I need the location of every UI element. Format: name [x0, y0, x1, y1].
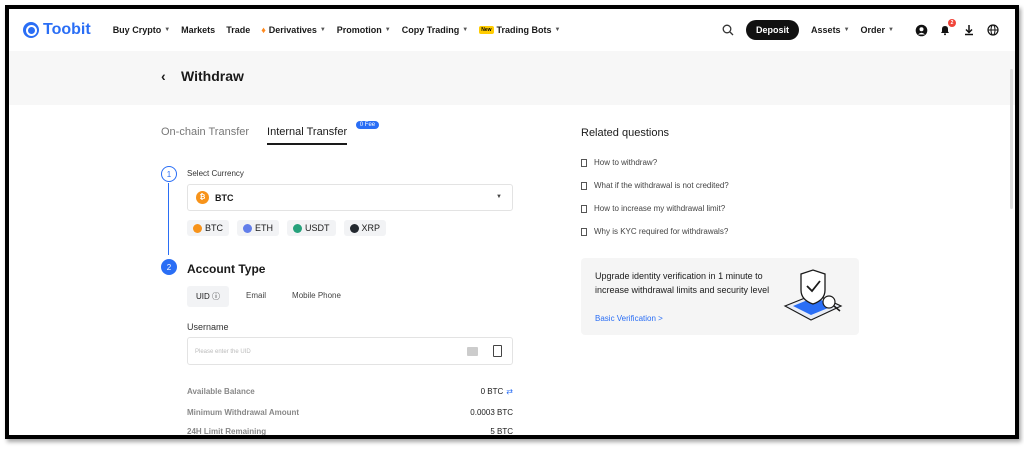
btc-icon [193, 223, 202, 233]
limit-remaining-row: 24H Limit Remaining 5 BTC [187, 427, 513, 436]
usdt-icon [293, 223, 302, 233]
fee-badge: 0 Fee [355, 121, 380, 129]
flame-icon: ♦ [261, 25, 266, 35]
quick-coin-chips: BTC ETH USDT XRP [187, 220, 394, 236]
xrp-icon [349, 223, 359, 233]
faq-link[interactable]: How to withdraw? [581, 158, 657, 167]
shield-verification-illustration [783, 269, 843, 321]
tab-mobile-phone[interactable]: Mobile Phone [283, 286, 350, 307]
limit-remaining-value: 5 BTC [490, 427, 513, 436]
nav-derivatives[interactable]: ♦ Derivatives ▼ [261, 25, 326, 35]
step-1-indicator: 1 [161, 166, 177, 182]
chevron-down-icon: ▼ [496, 194, 502, 200]
available-balance-row: Available Balance 0 BTC ⇄ [187, 387, 513, 396]
username-input[interactable]: Please enter the UID [187, 337, 513, 365]
document-icon [581, 158, 587, 167]
nav-copy-trading[interactable]: Copy Trading ▼ [402, 25, 468, 35]
nav-right: Deposit Assets ▼ Order ▼ 2 [712, 9, 1001, 51]
nav-promotion[interactable]: Promotion ▼ [337, 25, 391, 35]
info-key: Available Balance [187, 387, 255, 396]
select-currency-label: Select Currency [187, 169, 244, 178]
notification-badge: 2 [948, 19, 956, 27]
account-type-tabs: UID ⓘ Email Mobile Phone [187, 286, 358, 307]
nav-trade[interactable]: Trade [226, 25, 250, 35]
search-icon[interactable] [720, 22, 736, 38]
coin-chip-eth[interactable]: ETH [237, 220, 279, 236]
promo-text: Upgrade identity verification in 1 minut… [595, 271, 770, 295]
top-nav: Toobit Buy Crypto ▼ Markets Trade ♦ Deriva… [9, 9, 1015, 51]
account-type-title: Account Type [187, 262, 266, 276]
min-withdrawal-row: Minimum Withdrawal Amount 0.0003 BTC [187, 408, 513, 417]
related-questions-title: Related questions [581, 127, 670, 139]
coin-chip-xrp[interactable]: XRP [343, 220, 387, 236]
page-header: ‹ Withdraw [9, 51, 1015, 105]
deposit-button[interactable]: Deposit [746, 20, 800, 40]
username-placeholder: Please enter the UID [195, 349, 251, 355]
nav-assets[interactable]: Assets ▼ [811, 25, 849, 35]
nav-buy-crypto[interactable]: Buy Crypto ▼ [113, 25, 170, 35]
brand-name: Toobit [43, 21, 91, 38]
tab-on-chain-transfer[interactable]: On-chain Transfer [161, 126, 249, 145]
nav-trading-bots[interactable]: New Trading Bots ▼ [479, 25, 560, 35]
globe-icon[interactable] [985, 22, 1001, 38]
chevron-down-icon: ▼ [319, 27, 326, 33]
chevron-down-icon: ▼ [554, 27, 561, 33]
card-icon[interactable] [467, 347, 478, 356]
document-icon [581, 204, 587, 213]
download-icon[interactable] [961, 22, 977, 38]
tab-uid[interactable]: UID ⓘ [187, 286, 230, 307]
nav-markets[interactable]: Markets [181, 25, 215, 35]
currency-select[interactable]: ₿ BTC ▼ [187, 184, 513, 211]
step-connector [168, 183, 169, 255]
chevron-down-icon: ▼ [384, 27, 391, 33]
document-icon [581, 227, 587, 236]
basic-verification-link[interactable]: Basic Verification > [595, 314, 663, 323]
faq-link[interactable]: What if the withdrawal is not credited? [581, 181, 729, 190]
min-withdrawal-value: 0.0003 BTC [470, 408, 513, 417]
coin-chip-btc[interactable]: BTC [187, 220, 229, 236]
contacts-icon[interactable] [493, 345, 502, 357]
page-scrollbar[interactable] [1010, 69, 1013, 209]
bell-icon[interactable]: 2 [937, 19, 956, 38]
info-key: 24H Limit Remaining [187, 427, 267, 436]
back-arrow-icon[interactable]: ‹ [161, 68, 166, 84]
faq-link[interactable]: Why is KYC required for withdrawals? [581, 227, 728, 236]
btc-icon: ₿ [196, 191, 209, 204]
coin-chip-usdt[interactable]: USDT [287, 220, 336, 236]
username-label: Username [187, 322, 229, 332]
help-icon: ⓘ [212, 292, 221, 301]
chevron-down-icon: ▼ [164, 27, 171, 33]
eth-icon [243, 223, 252, 233]
page-title: Withdraw [181, 68, 244, 84]
brand-logo[interactable]: Toobit [23, 21, 91, 39]
chevron-down-icon: ▼ [888, 27, 894, 33]
faq-link[interactable]: How to increase my withdrawal limit? [581, 204, 725, 213]
logo-icon [23, 22, 39, 38]
step-2-indicator: 2 [161, 259, 177, 275]
document-icon [581, 181, 587, 190]
tab-email[interactable]: Email [237, 286, 275, 307]
chevron-down-icon: ▼ [462, 27, 469, 33]
tab-internal-transfer[interactable]: Internal Transfer 0 Fee [267, 121, 380, 145]
swap-icon[interactable]: ⇄ [506, 387, 513, 396]
user-icon[interactable] [913, 22, 929, 38]
app-window: Toobit Buy Crypto ▼ Markets Trade ♦ Deriva… [5, 5, 1019, 439]
selected-currency: BTC [215, 192, 234, 203]
transfer-tabs: On-chain Transfer Internal Transfer 0 Fe… [161, 121, 380, 145]
available-balance-value: 0 BTC [480, 387, 504, 396]
info-key: Minimum Withdrawal Amount [187, 408, 300, 417]
verification-promo-card: Upgrade identity verification in 1 minut… [581, 258, 859, 335]
new-badge: New [479, 26, 494, 34]
nav-order[interactable]: Order ▼ [861, 25, 894, 35]
chevron-down-icon: ▼ [843, 27, 850, 33]
